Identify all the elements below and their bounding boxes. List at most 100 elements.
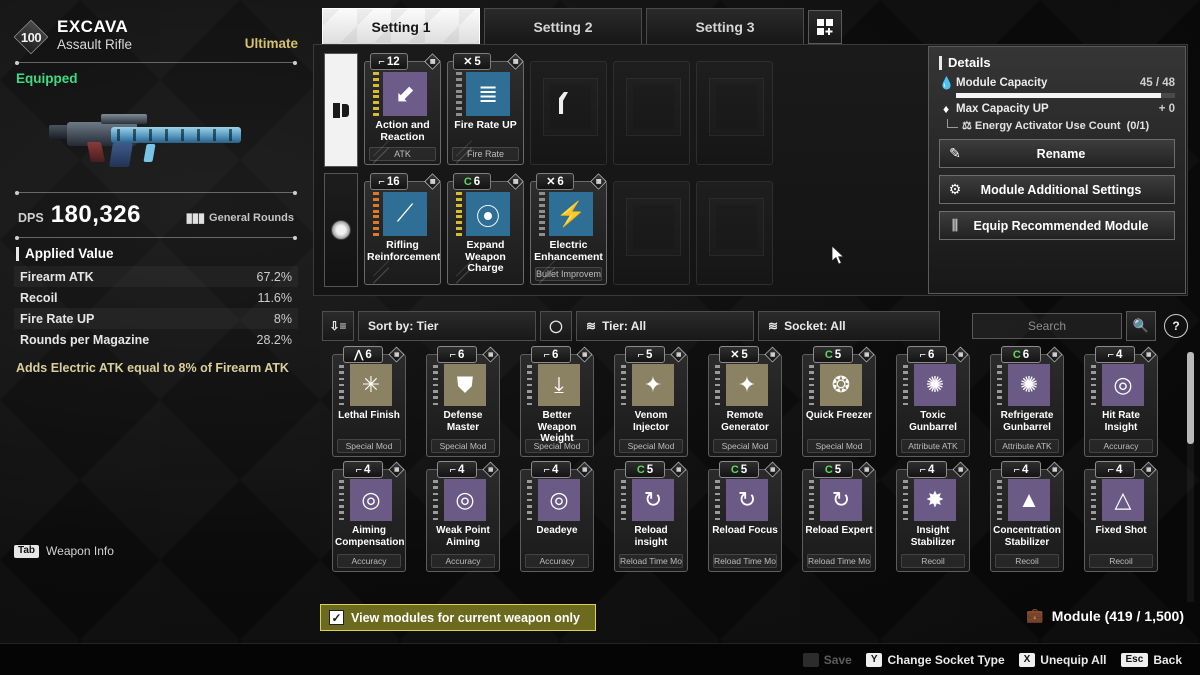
module-card[interactable]: ⋀ 6 ▦ ✳ Lethal Finish Special Mod [322, 346, 416, 461]
module-card[interactable]: C 5 ▦ ↻ Reload Focus Reload Time Mo [698, 461, 792, 576]
module-card[interactable]: ⌐ 6 ▦ ⛊ Defense Master Special Mod [416, 346, 510, 461]
module-capacity-badge: ⌐ 6 [531, 346, 571, 363]
tab-setting-3[interactable]: Setting 3 [646, 8, 804, 44]
module-card[interactable]: ⌐ 4 ▦ ◎ Hit Rate Insight Accuracy [1074, 346, 1168, 461]
socket-glyph-icon: ⌐ [449, 463, 457, 476]
module-type: Reload Time Mo [619, 554, 683, 568]
equipped-status: Equipped [16, 71, 78, 86]
module-card[interactable]: ⌐ 4 ▦ ◎ Aiming Compensation Accuracy [322, 461, 416, 576]
module-card[interactable]: ✕ 5 ▦ ✦ Remote Generator Special Mod [698, 346, 792, 461]
triangle-outline-icon: △ [1102, 479, 1144, 521]
module-grid: ⋀ 6 ▦ ✳ Lethal Finish Special Mod ⌐ 6 ▦ ⛊ Defense … [322, 346, 1188, 576]
weapon-name: EXCAVA [57, 17, 129, 36]
module-capacity-label: Module Capacity [956, 77, 1048, 89]
add-preset-button[interactable] [808, 10, 842, 44]
weapon-info-hint[interactable]: Tab Weapon Info [14, 544, 114, 558]
socket-type-icon: ▦ [952, 346, 969, 363]
search-input[interactable]: Search [972, 313, 1122, 339]
energy-activator-value: (0/1) [1126, 119, 1150, 132]
help-button[interactable]: ? [1164, 314, 1188, 338]
module-card-frame: ↻ Reload insight Reload Time Mo [614, 469, 688, 572]
socket-glyph-icon: ⌐ [378, 55, 385, 68]
empty-module-slot[interactable] [613, 61, 690, 165]
details-panel: Details 💧 Module Capacity 45 / 48 ♦ Max … [928, 46, 1186, 294]
socket-glyph-icon: ⌐ [449, 348, 457, 361]
row-type-indicator[interactable] [324, 53, 358, 167]
empty-module-slot[interactable] [613, 181, 690, 285]
layers-icon: ≋ [586, 319, 597, 333]
socket-type-icon: ▦ [952, 461, 969, 478]
command-back[interactable]: Esc Back [1120, 652, 1182, 667]
socket-type-icon: ▦ [507, 53, 524, 70]
command-change-socket-type[interactable]: Y Change Socket Type [865, 652, 1005, 667]
applied-value-key: Firearm ATK [20, 269, 94, 284]
socket-type-icon: ▦ [576, 461, 593, 478]
module-card[interactable]: ⌐ 4 ▦ ◎ Deadeye Accuracy [510, 461, 604, 576]
bullets-icon: ▮▮▮ [185, 210, 205, 225]
equipped-module-card[interactable]: ✕ 6 ▦ ⚡ Electric Enhancement Bullet Improvem [530, 173, 607, 287]
socket-type-icon: ▦ [1046, 346, 1063, 363]
module-card-frame: ✦ Venom Injector Special Mod [614, 354, 688, 457]
module-card[interactable]: C 5 ▦ ↻ Reload insight Reload Time Mo [604, 461, 698, 576]
applied-value-key: Fire Rate UP [20, 311, 95, 326]
socket-glyph-icon: ⌐ [543, 348, 551, 361]
details-button-equip-recommended-module[interactable]: ⫼ Equip Recommended Module [939, 211, 1175, 240]
socket-glyph-icon: ✕ [463, 56, 473, 68]
socket-type-icon: ▦ [858, 346, 875, 363]
socket-type-icon: ▦ [670, 461, 687, 478]
module-capacity-cost: 16 [386, 175, 400, 188]
max-capacity-up-label: Max Capacity UP [956, 103, 1049, 115]
module-capacity-badge: ⋀ 6 [343, 346, 383, 363]
module-card[interactable]: ⌐ 4 ▦ ▲ Concentration Stabilizer Recoil [980, 461, 1074, 576]
module-card[interactable]: ⌐ 6 ▦ ✺ Toxic Gunbarrel Attribute ATK [886, 346, 980, 461]
module-card[interactable]: C 5 ▦ ↻ Reload Expert Reload Time Mo [792, 461, 886, 576]
details-button-module-additional-settings[interactable]: ⚙ Module Additional Settings [939, 175, 1175, 204]
droplet-icon: 💧 [939, 76, 954, 90]
sort-by-button[interactable]: Sort by: Tier [358, 311, 536, 341]
module-card[interactable]: ⌐ 4 ▦ ◎ Weak Point Aiming Accuracy [416, 461, 510, 576]
module-card[interactable]: ⌐ 4 ▦ ✸ Insight Stabilizer Recoil [886, 461, 980, 576]
search-button[interactable]: 🔍 [1126, 311, 1156, 341]
crosshair-icon: ◎ [444, 479, 486, 521]
module-energy-bars [456, 192, 462, 236]
empty-module-slot[interactable] [530, 61, 607, 165]
applied-value-list: Firearm ATK 67.2% Recoil 11.6% Fire Rate UP 8… [14, 266, 298, 350]
module-inventory-count: 💼 Module (419 / 1,500) [1026, 607, 1184, 624]
tab-setting-1[interactable]: Setting 1 [322, 8, 480, 44]
module-card[interactable]: ⌐ 5 ▦ ✦ Venom Injector Special Mod [604, 346, 698, 461]
equipped-module-card[interactable]: ⌐ 12 ▦ ⬋ Action and Reaction ATK [364, 53, 441, 167]
module-capacity-cost: 6 [1022, 348, 1030, 361]
module-grid-wrapper: ⋀ 6 ▦ ✳ Lethal Finish Special Mod ⌐ 6 ▦ ⛊ Defense … [322, 346, 1188, 604]
module-card[interactable]: C 5 ▦ ❂ Quick Freezer Special Mod [792, 346, 886, 461]
module-name: Weak Point Aiming [436, 525, 490, 548]
equipped-module-card[interactable]: C 6 ▦ ⦿ Expand Weapon Charge [447, 173, 524, 287]
socket-type-icon: ▦ [764, 346, 781, 363]
module-type: Recoil [901, 554, 965, 568]
module-card[interactable]: ⌐ 4 ▦ △ Fixed Shot Recoil [1074, 461, 1168, 576]
command-unequip-all[interactable]: X Unequip All [1018, 652, 1107, 667]
sort-direction-button[interactable]: ⇩≡ [322, 311, 354, 341]
details-button-rename[interactable]: ✎ Rename [939, 139, 1175, 168]
row-type-indicator[interactable] [324, 173, 358, 287]
empty-module-slot[interactable] [696, 181, 773, 285]
key-hint-icon: Esc [1120, 652, 1149, 667]
gunbarrel-burst-icon: ✺ [914, 364, 956, 406]
setting-tabs[interactable]: Setting 1 Setting 2 Setting 3 [322, 8, 842, 44]
socket-type-icon: ▦ [1140, 461, 1157, 478]
tab-setting-2[interactable]: Setting 2 [484, 8, 642, 44]
equipped-module-card[interactable]: ⌐ 16 ▦ ⟋ Rifling Reinforcement [364, 173, 441, 287]
module-capacity-cost: 4 [552, 463, 559, 476]
module-card-frame: △ Fixed Shot Recoil [1084, 469, 1158, 572]
module-card[interactable]: ⌐ 6 ▦ ⤓ Better Weapon Weight Special Mod [510, 346, 604, 461]
module-grid-scrollbar[interactable] [1187, 352, 1194, 602]
module-capacity-cost: 6 [557, 175, 564, 188]
socket-filter-button[interactable]: ≋ Socket: All [758, 311, 940, 341]
socket-type-icon: ▦ [424, 53, 441, 70]
current-weapon-filter-checkbox[interactable]: ✓ View modules for current weapon only [320, 604, 596, 631]
module-energy-bars [621, 480, 626, 520]
tier-filter-button[interactable]: ≋ Tier: All [576, 311, 754, 341]
reset-filters-button[interactable]: ◯ [540, 311, 572, 341]
equipped-module-card[interactable]: ✕ 5 ▦ ≣ Fire Rate UP Fire Rate [447, 53, 524, 167]
module-card[interactable]: C 6 ▦ ✺ Refrigerate Gunbarrel Attribute ATK [980, 346, 1074, 461]
empty-module-slot[interactable] [696, 61, 773, 165]
